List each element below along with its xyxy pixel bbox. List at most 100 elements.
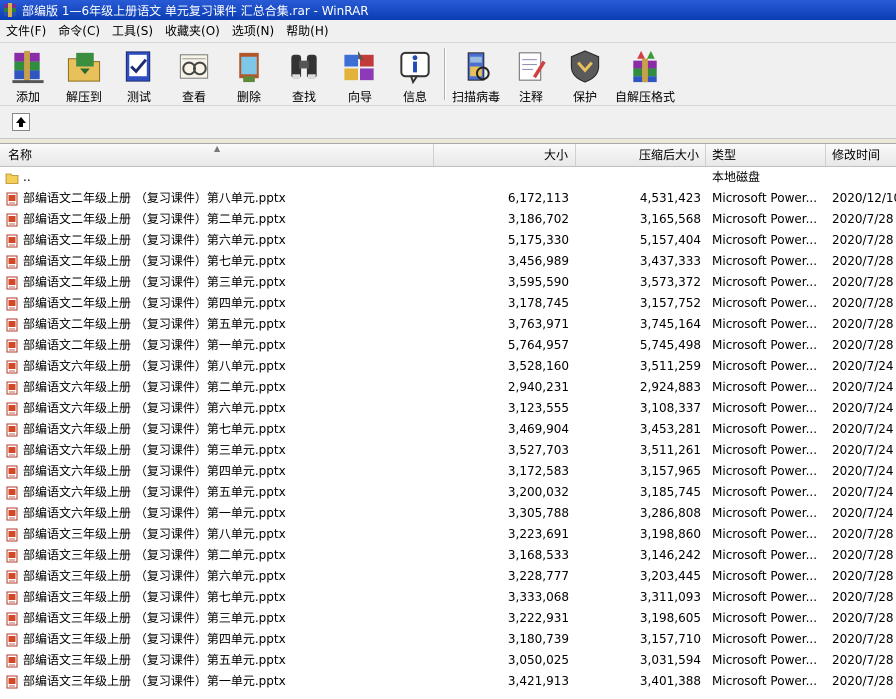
file-packed-size: 3,165,568	[639, 212, 701, 226]
table-row[interactable]: 部编语文二年级上册 （复习课件）第六单元.pptx 5,175,330 5,15…	[0, 230, 896, 251]
file-type: Microsoft Power...	[712, 422, 818, 436]
table-row[interactable]: 部编语文二年级上册 （复习课件）第七单元.pptx 3,456,989 3,43…	[0, 251, 896, 272]
file-type: Microsoft Power...	[712, 590, 818, 604]
table-row[interactable]: 部编语文二年级上册 （复习课件）第四单元.pptx 3,178,745 3,15…	[0, 293, 896, 314]
file-modified: 2020/7/28	[832, 548, 894, 562]
file-name: 部编语文二年级上册 （复习课件）第三单元.pptx	[23, 275, 286, 289]
menu-commands[interactable]: 命令(C)	[52, 21, 106, 41]
test-button[interactable]: 测试	[112, 43, 166, 105]
find-button[interactable]: 查找	[276, 43, 332, 105]
table-row[interactable]: 部编语文三年级上册 （复习课件）第五单元.pptx 3,050,025 3,03…	[0, 650, 896, 671]
column-header-modified[interactable]: 修改时间	[826, 144, 896, 166]
add-button[interactable]: 添加	[0, 43, 56, 105]
table-row[interactable]: 部编语文三年级上册 （复习课件）第二单元.pptx 3,168,533 3,14…	[0, 545, 896, 566]
table-row[interactable]: 部编语文六年级上册 （复习课件）第二单元.pptx 2,940,231 2,92…	[0, 377, 896, 398]
parent-folder-row[interactable]: .. 本地磁盘	[0, 167, 896, 188]
file-packed-size: 3,286,808	[639, 506, 701, 520]
table-row[interactable]: 部编语文三年级上册 （复习课件）第七单元.pptx 3,333,068 3,31…	[0, 587, 896, 608]
file-modified: 2020/7/24	[832, 401, 894, 415]
up-folder-button[interactable]	[12, 113, 30, 131]
menu-help[interactable]: 帮助(H)	[280, 21, 334, 41]
file-packed-size: 3,185,745	[639, 485, 701, 499]
toolbar-separator	[444, 48, 446, 100]
file-name: 部编语文三年级上册 （复习课件）第四单元.pptx	[23, 632, 286, 646]
file-name: 部编语文六年级上册 （复习课件）第六单元.pptx	[23, 401, 286, 415]
table-row[interactable]: 部编语文二年级上册 （复习课件）第八单元.pptx 6,172,113 4,53…	[0, 188, 896, 209]
file-name: 部编语文六年级上册 （复习课件）第三单元.pptx	[23, 443, 286, 457]
view-button[interactable]: 查看	[166, 43, 222, 105]
sfx-icon	[633, 50, 657, 83]
menu-tools[interactable]: 工具(S)	[106, 21, 159, 41]
file-type: Microsoft Power...	[712, 506, 818, 520]
table-row[interactable]: 部编语文三年级上册 （复习课件）第一单元.pptx 3,421,913 3,40…	[0, 671, 896, 692]
table-row[interactable]: 部编语文六年级上册 （复习课件）第七单元.pptx 3,469,904 3,45…	[0, 419, 896, 440]
file-modified: 2020/7/24	[832, 380, 894, 394]
pptx-file-icon	[6, 339, 18, 352]
table-row[interactable]: 部编语文三年级上册 （复习课件）第八单元.pptx 3,223,691 3,19…	[0, 524, 896, 545]
file-packed-size: 3,401,388	[639, 674, 701, 688]
file-name: 部编语文六年级上册 （复习课件）第八单元.pptx	[23, 359, 286, 373]
wizard-button[interactable]: 向导	[332, 43, 388, 105]
table-row[interactable]: 部编语文二年级上册 （复习课件）第二单元.pptx 3,186,702 3,16…	[0, 209, 896, 230]
file-modified: 2020/7/24	[832, 464, 894, 478]
file-type: Microsoft Power...	[712, 296, 818, 310]
pptx-file-icon	[6, 318, 18, 331]
delete-icon	[239, 52, 259, 83]
file-type: Microsoft Power...	[712, 632, 818, 646]
file-name: 部编语文三年级上册 （复习课件）第六单元.pptx	[23, 569, 286, 583]
comment-button[interactable]: 注释	[504, 43, 558, 105]
file-packed-size: 3,437,333	[639, 254, 701, 268]
file-modified: 2020/7/28	[832, 527, 894, 541]
file-modified: 2020/7/24	[832, 485, 894, 499]
table-row[interactable]: 部编语文二年级上册 （复习课件）第三单元.pptx 3,595,590 3,57…	[0, 272, 896, 293]
toolbar: 添加 解压到 测试 查看 删除 查找 向导 信息 扫描病毒 注释 保护 自解压格…	[0, 43, 896, 106]
file-type: Microsoft Power...	[712, 674, 818, 688]
table-row[interactable]: 部编语文六年级上册 （复习课件）第四单元.pptx 3,172,583 3,15…	[0, 461, 896, 482]
file-name: 部编语文二年级上册 （复习课件）第四单元.pptx	[23, 296, 286, 310]
file-modified: 2020/7/28	[832, 590, 894, 604]
menu-options[interactable]: 选项(N)	[226, 21, 280, 41]
file-packed-size: 3,573,372	[639, 275, 701, 289]
table-row[interactable]: 部编语文三年级上册 （复习课件）第四单元.pptx 3,180,739 3,15…	[0, 629, 896, 650]
file-packed-size: 3,511,259	[639, 359, 701, 373]
file-size: 2,940,231	[507, 380, 569, 394]
column-header-packed[interactable]: 压缩后大小	[576, 144, 706, 166]
delete-button[interactable]: 删除	[222, 43, 276, 105]
table-row[interactable]: 部编语文六年级上册 （复习课件）第三单元.pptx 3,527,703 3,51…	[0, 440, 896, 461]
test-icon	[125, 51, 151, 82]
table-row[interactable]: 部编语文六年级上册 （复习课件）第五单元.pptx 3,200,032 3,18…	[0, 482, 896, 503]
info-button[interactable]: 信息	[388, 43, 442, 105]
file-packed-size: 4,531,423	[639, 191, 701, 205]
file-packed-size: 3,511,261	[639, 443, 701, 457]
file-name: 部编语文二年级上册 （复习课件）第一单元.pptx	[23, 338, 286, 352]
protect-button[interactable]: 保护	[558, 43, 612, 105]
find-icon	[291, 54, 317, 79]
winrar-app-icon	[4, 3, 16, 17]
virus-scan-button[interactable]: 扫描病毒	[448, 43, 504, 105]
table-row[interactable]: 部编语文三年级上册 （复习课件）第三单元.pptx 3,222,931 3,19…	[0, 608, 896, 629]
add-archive-icon	[12, 50, 44, 84]
pptx-file-icon	[6, 234, 18, 247]
extract-to-button[interactable]: 解压到	[56, 43, 112, 105]
sfx-button[interactable]: 自解压格式	[612, 43, 678, 105]
menu-file[interactable]: 文件(F)	[0, 21, 52, 41]
file-size: 3,050,025	[507, 653, 569, 667]
column-header-size[interactable]: 大小	[434, 144, 576, 166]
file-type: Microsoft Power...	[712, 569, 818, 583]
table-row[interactable]: 部编语文二年级上册 （复习课件）第一单元.pptx 5,764,957 5,74…	[0, 335, 896, 356]
file-name: 部编语文三年级上册 （复习课件）第五单元.pptx	[23, 653, 286, 667]
file-packed-size: 3,031,594	[639, 653, 701, 667]
table-row[interactable]: 部编语文六年级上册 （复习课件）第一单元.pptx 3,305,788 3,28…	[0, 503, 896, 524]
title-bar: 部编版 1—6年级上册语文 单元复习课件 汇总合集.rar - WinRAR	[0, 0, 896, 20]
table-row[interactable]: 部编语文二年级上册 （复习课件）第五单元.pptx 3,763,971 3,74…	[0, 314, 896, 335]
table-row[interactable]: 部编语文六年级上册 （复习课件）第六单元.pptx 3,123,555 3,10…	[0, 398, 896, 419]
column-header-type[interactable]: 类型	[706, 144, 826, 166]
file-packed-size: 3,198,860	[639, 527, 701, 541]
table-row[interactable]: 部编语文六年级上册 （复习课件）第八单元.pptx 3,528,160 3,51…	[0, 356, 896, 377]
file-size: 5,764,957	[507, 338, 569, 352]
table-row[interactable]: 部编语文三年级上册 （复习课件）第六单元.pptx 3,228,777 3,20…	[0, 566, 896, 587]
parent-folder-type: 本地磁盘	[712, 170, 761, 184]
file-packed-size: 3,745,164	[639, 317, 701, 331]
menu-favorites[interactable]: 收藏夹(O)	[159, 21, 226, 41]
file-type: Microsoft Power...	[712, 254, 818, 268]
